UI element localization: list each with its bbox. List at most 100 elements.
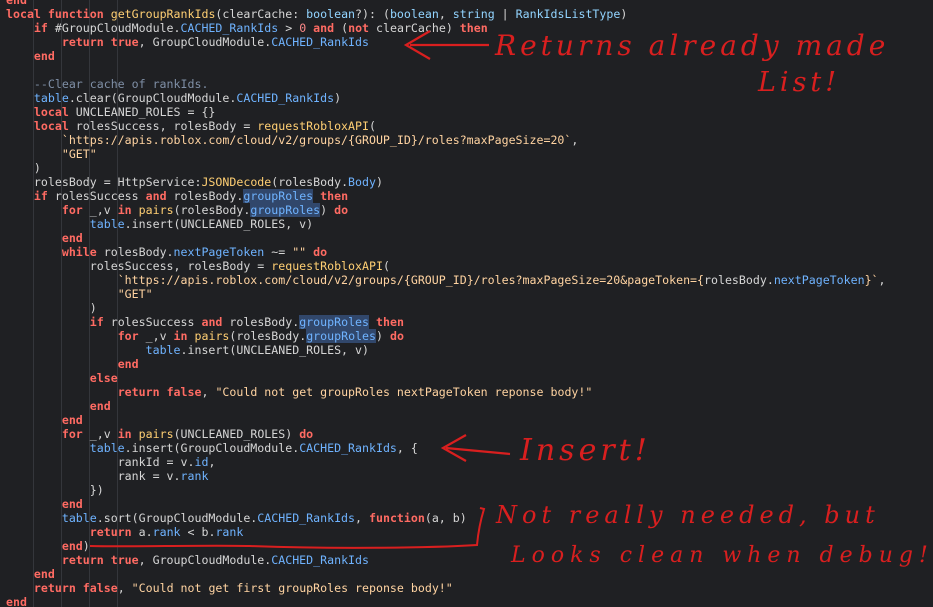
code-token: , <box>201 385 216 399</box>
code-token: do <box>299 427 314 441</box>
code-line[interactable]: }) <box>6 483 104 497</box>
code-token: do <box>313 245 328 259</box>
code-token: table <box>89 217 125 231</box>
code-token: , <box>117 581 132 595</box>
code-line[interactable]: local rolesSuccess, rolesBody = requestR… <box>6 119 376 133</box>
code-line[interactable]: table.insert(UNCLEANED_ROLES, v) <box>6 217 313 231</box>
code-line[interactable]: end <box>6 231 83 245</box>
code-token: rolesSuccess <box>47 189 146 203</box>
code-token: clearCache) <box>369 21 460 35</box>
code-line[interactable]: end <box>6 567 55 581</box>
code-token: table <box>61 511 97 525</box>
code-token: then <box>320 189 349 203</box>
code-token: true <box>110 35 139 49</box>
code-line[interactable]: for _,v in pairs(UNCLEANED_ROLES) do <box>6 427 313 441</box>
code-editor[interactable]: end local function getGroupRankIds(clearC… <box>0 0 933 607</box>
code-line[interactable]: end <box>6 413 83 427</box>
code-token: rolesBody. <box>166 189 244 203</box>
code-line[interactable]: if #GroupCloudModule.CACHED_RankIds > 0 … <box>6 21 488 35</box>
code-token: table <box>33 91 69 105</box>
code-token: not <box>348 21 370 35</box>
code-line[interactable]: `https://apis.roblox.com/cloud/v2/groups… <box>6 273 886 287</box>
code-line[interactable]: table.clear(GroupCloudModule.CACHED_Rank… <box>6 91 341 105</box>
code-token: end <box>33 49 55 63</box>
code-line[interactable]: return true, GroupCloudModule.CACHED_Ran… <box>6 553 369 567</box>
code-line[interactable]: return false, "Could not get first group… <box>6 581 453 595</box>
code-line[interactable]: return false, "Could not get groupRoles … <box>6 385 593 399</box>
code-line[interactable]: for _,v in pairs(rolesBody.groupRoles) d… <box>6 203 348 217</box>
code-line[interactable]: return true, GroupCloudModule.CACHED_Ran… <box>6 35 369 49</box>
annotation-not-needed: Not really needed, but <box>496 501 880 529</box>
code-token: (rolesBody. <box>229 329 307 343</box>
code-line[interactable]: --Clear cache of rankIds. <box>6 77 209 91</box>
code-line[interactable]: if rolesSuccess and rolesBody.groupRoles… <box>6 315 404 329</box>
code-token: --Clear cache of rankIds. <box>33 77 209 91</box>
code-line[interactable]: ) <box>6 301 97 315</box>
code-token: ( <box>368 119 376 133</box>
code-token: ) <box>376 329 390 343</box>
code-line[interactable]: local UNCLEANED_ROLES = {} <box>6 105 216 119</box>
code-line[interactable]: else <box>6 371 118 385</box>
code-token: CACHED_RankIds <box>271 35 369 49</box>
code-line[interactable]: end <box>6 0 27 7</box>
code-token: _,v <box>138 329 174 343</box>
code-line[interactable]: for _,v in pairs(rolesBody.groupRoles) d… <box>6 329 404 343</box>
code-line[interactable]: end <box>6 399 111 413</box>
code-token: (clearCache: <box>215 7 307 21</box>
code-token: function <box>47 7 104 21</box>
code-line[interactable]: `https://apis.roblox.com/cloud/v2/groups… <box>6 133 579 147</box>
code-token: JSONDecode <box>201 175 272 189</box>
code-line[interactable]: "GET" <box>6 147 97 161</box>
code-token: local <box>6 7 41 21</box>
code-token: #GroupCloudModule. <box>47 21 181 35</box>
annotation-insert: Insert! <box>520 433 651 468</box>
code-line[interactable]: rank = v.rank <box>6 469 209 483</box>
code-line[interactable]: ) <box>6 161 41 175</box>
code-token: ?): ( <box>355 7 390 21</box>
code-line[interactable]: end <box>6 49 55 63</box>
code-token: ) <box>89 301 97 315</box>
code-line[interactable]: end <box>6 357 139 371</box>
code-line[interactable]: rolesBody = HttpService:JSONDecode(roles… <box>6 175 383 189</box>
code-line[interactable]: end) <box>6 539 90 553</box>
code-token: }` <box>864 273 879 287</box>
code-token: (rolesBody. <box>271 175 349 189</box>
code-line[interactable]: while rolesBody.nextPageToken ~= "" do <box>6 245 327 259</box>
code-token: nextPageToken <box>773 273 865 287</box>
code-line[interactable]: rolesSuccess, rolesBody = requestRobloxA… <box>6 259 390 273</box>
code-token: string <box>452 7 495 21</box>
code-token: end <box>61 231 83 245</box>
annotation-list: List! <box>758 67 841 98</box>
code-line[interactable]: local function getGroupRankIds(clearCach… <box>6 7 627 21</box>
code-line[interactable]: return a.rank < b.rank <box>6 525 244 539</box>
code-token: CACHED_RankIds <box>180 21 279 35</box>
code-token: (UNCLEANED_ROLES) <box>173 427 300 441</box>
code-line[interactable]: end <box>6 595 27 607</box>
code-token: ( <box>334 21 349 35</box>
code-token: UNCLEANED_ROLES = {} <box>68 105 216 119</box>
code-line[interactable]: rankId = v.id, <box>6 455 216 469</box>
code-token: rolesBody = HttpService: <box>33 175 202 189</box>
code-line[interactable]: if rolesSuccess and rolesBody.groupRoles… <box>6 189 348 203</box>
code-line[interactable]: end <box>6 497 83 511</box>
code-line[interactable]: table.insert(GroupCloudModule.CACHED_Ran… <box>6 441 418 455</box>
code-line[interactable]: "GET" <box>6 287 153 301</box>
code-token: then <box>459 21 488 35</box>
code-line[interactable]: table.sort(GroupCloudModule.CACHED_RankI… <box>6 511 467 525</box>
code-token: ) <box>620 7 628 21</box>
code-token: requestRobloxAPI <box>271 259 383 273</box>
code-token: `https://apis.roblox.com/cloud/v2/groups… <box>61 133 572 147</box>
code-line[interactable]: table.insert(UNCLEANED_ROLES, v) <box>6 343 369 357</box>
code-token: pairs <box>194 329 230 343</box>
